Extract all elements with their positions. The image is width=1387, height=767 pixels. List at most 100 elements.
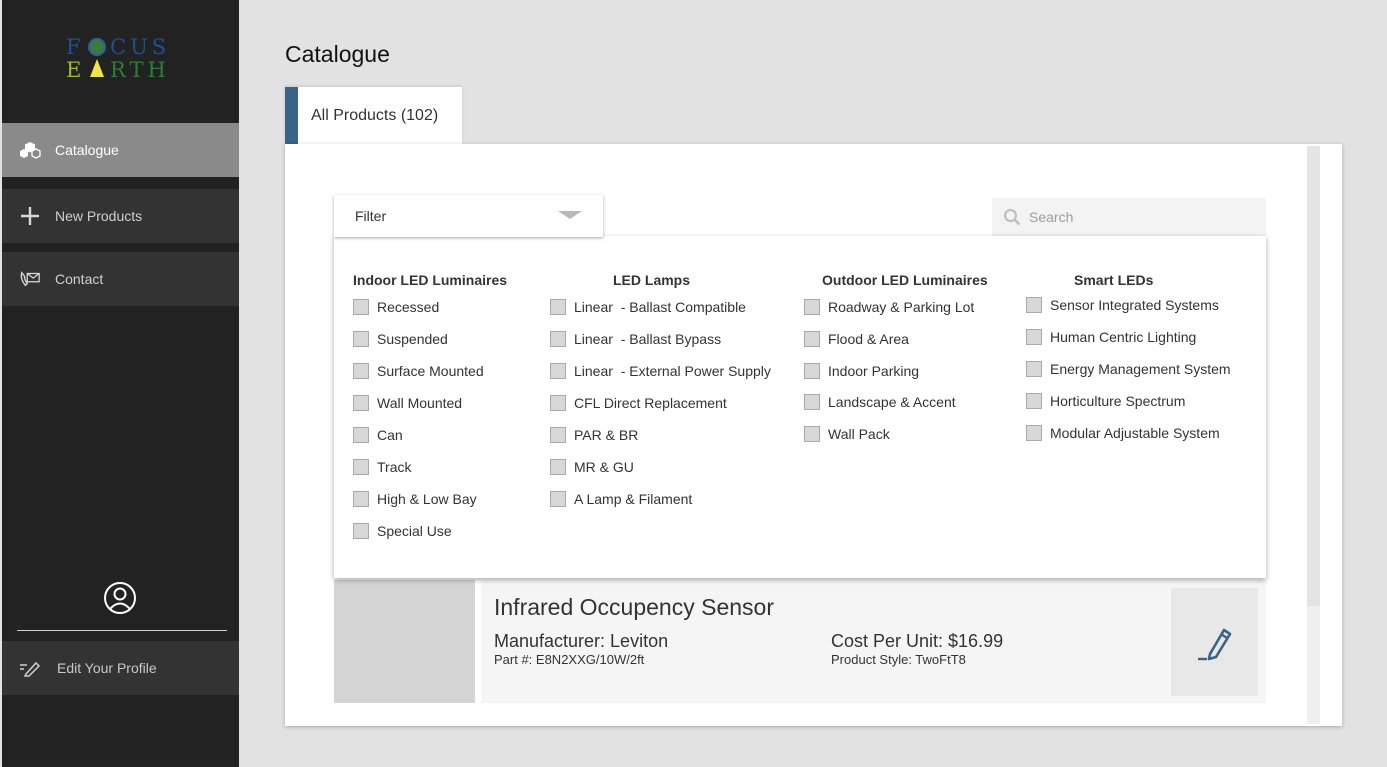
filter-option-linear-ballast-compatible[interactable]: Linear - Ballast Compatible (550, 297, 746, 317)
filter-option-recessed[interactable]: Recessed (353, 297, 439, 317)
filter-option-par-br[interactable]: PAR & BR (550, 425, 638, 445)
checkbox[interactable] (804, 363, 820, 379)
checkbox[interactable] (1026, 425, 1042, 441)
option-label: Can (377, 427, 403, 443)
option-label: Modular Adjustable System (1050, 425, 1220, 441)
phone-mail-icon (19, 268, 41, 290)
checkbox[interactable] (353, 491, 369, 507)
checkbox[interactable] (353, 331, 369, 347)
filter-option-flood-area[interactable]: Flood & Area (804, 329, 909, 349)
filter-option-special-use[interactable]: Special Use (353, 521, 452, 541)
filter-label: Filter (355, 208, 387, 224)
filter-dropdown[interactable]: Filter (334, 195, 603, 237)
checkbox[interactable] (804, 331, 820, 347)
edit-profile-label: Edit Your Profile (57, 660, 157, 676)
option-label: Flood & Area (828, 331, 909, 347)
checkbox[interactable] (353, 363, 369, 379)
filter-option-horticulture-spectrum[interactable]: Horticulture Spectrum (1026, 391, 1185, 411)
checkbox[interactable] (550, 299, 566, 315)
checkbox[interactable] (353, 395, 369, 411)
pencil-icon (1197, 628, 1231, 661)
product-manufacturer: Manufacturer: Leviton (494, 631, 669, 651)
pen-icon (19, 657, 41, 679)
filter-option-roadway-parking-lot[interactable]: Roadway & Parking Lot (804, 297, 974, 317)
option-label: Energy Management System (1050, 361, 1231, 377)
checkbox[interactable] (804, 394, 820, 410)
option-label: Track (377, 459, 412, 475)
checkbox[interactable] (1026, 393, 1042, 409)
option-label: Horticulture Spectrum (1050, 393, 1186, 409)
search-icon (1004, 209, 1021, 226)
sidebar-item-catalogue[interactable]: Catalogue (2, 123, 239, 177)
checkbox[interactable] (353, 299, 369, 315)
sidebar-item-label: Catalogue (55, 142, 119, 158)
checkbox[interactable] (1026, 297, 1042, 313)
checkbox[interactable] (353, 427, 369, 443)
page-title: Catalogue (285, 41, 390, 67)
checkbox[interactable] (353, 523, 369, 539)
edit-product-button[interactable] (1171, 588, 1258, 696)
filter-option-human-centric-lighting[interactable]: Human Centric Lighting (1026, 327, 1196, 347)
filter-option-energy-management-system[interactable]: Energy Management System (1026, 359, 1231, 379)
checkbox[interactable] (1026, 361, 1042, 377)
filter-option-linear-external-power-supply[interactable]: Linear - External Power Supply (550, 361, 771, 381)
filter-options-panel: Indoor LED Luminaires LED Lamps Outdoor … (334, 236, 1266, 578)
sidebar: F CUS E RTH Catalogue New Products Conta… (2, 0, 239, 767)
filter-option-sensor-integrated-systems[interactable]: Sensor Integrated Systems (1026, 295, 1219, 315)
sidebar-item-new-products[interactable]: New Products (2, 189, 239, 243)
option-label: Suspended (377, 331, 448, 347)
checkbox[interactable] (550, 459, 566, 475)
option-label: Wall Mounted (377, 395, 463, 411)
checkbox[interactable] (804, 299, 820, 315)
product-card[interactable]: Infrared Occupency Sensor Manufacturer: … (481, 580, 1266, 703)
tab-label: All Products (102) (311, 106, 439, 124)
checkbox[interactable] (550, 395, 566, 411)
edit-profile-button[interactable]: Edit Your Profile (2, 641, 239, 695)
plus-icon (19, 205, 41, 227)
tab-all-products[interactable]: All Products (102) (285, 87, 462, 144)
filter-group-heading: LED Lamps (613, 272, 691, 288)
user-avatar-icon[interactable] (103, 581, 137, 615)
filter-option-indoor-parking[interactable]: Indoor Parking (804, 361, 919, 381)
option-label: Wall Pack (828, 426, 890, 442)
checkbox[interactable] (550, 491, 566, 507)
option-label: Linear - Ballast Compatible (574, 299, 746, 315)
product-style: Product Style: TwoFtT8 (831, 652, 966, 667)
filter-option-high-low-bay[interactable]: High & Low Bay (353, 489, 477, 509)
filter-option-mr-gu[interactable]: MR & GU (550, 457, 634, 477)
filter-option-suspended[interactable]: Suspended (353, 329, 448, 349)
sidebar-item-label: Contact (55, 271, 104, 287)
filter-option-a-lamp-filament[interactable]: A Lamp & Filament (550, 489, 692, 509)
option-label: A Lamp & Filament (574, 491, 693, 507)
checkbox[interactable] (550, 363, 566, 379)
filter-option-cfl-direct-replacement[interactable]: CFL Direct Replacement (550, 393, 727, 413)
filter-option-can[interactable]: Can (353, 425, 403, 445)
filter-option-surface-mounted[interactable]: Surface Mounted (353, 361, 484, 381)
option-label: PAR & BR (574, 427, 639, 443)
checkbox[interactable] (550, 427, 566, 443)
product-thumbnail[interactable] (334, 580, 475, 703)
option-label: Linear - External Power Supply (574, 363, 771, 379)
scrollbar-thumb[interactable] (1307, 146, 1320, 606)
filter-option-landscape-accent[interactable]: Landscape & Accent (804, 392, 956, 412)
filter-option-linear-ballast-bypass[interactable]: Linear - Ballast Bypass (550, 329, 721, 349)
focus-earth-logo: F CUS E RTH (66, 36, 170, 80)
checkbox[interactable] (1026, 329, 1042, 345)
product-name: Infrared Occupency Sensor (494, 594, 774, 620)
option-label: Roadway & Parking Lot (828, 299, 975, 315)
option-label: High & Low Bay (377, 491, 477, 507)
filter-option-track[interactable]: Track (353, 457, 411, 477)
filter-group-heading: Smart LEDs (1074, 272, 1154, 288)
option-label: Indoor Parking (828, 363, 920, 379)
checkbox[interactable] (353, 459, 369, 475)
filter-option-modular-adjustable-system[interactable]: Modular Adjustable System (1026, 423, 1220, 443)
checkbox[interactable] (804, 426, 820, 442)
search-input[interactable]: Search (992, 198, 1266, 236)
sidebar-item-contact[interactable]: Contact (2, 252, 239, 306)
chevron-down-icon (558, 211, 582, 219)
svg-text:RTH: RTH (110, 58, 170, 80)
filter-option-wall-pack[interactable]: Wall Pack (804, 424, 890, 444)
filter-option-wall-mounted[interactable]: Wall Mounted (353, 393, 462, 413)
option-label: Landscape & Accent (828, 394, 956, 410)
checkbox[interactable] (550, 331, 566, 347)
